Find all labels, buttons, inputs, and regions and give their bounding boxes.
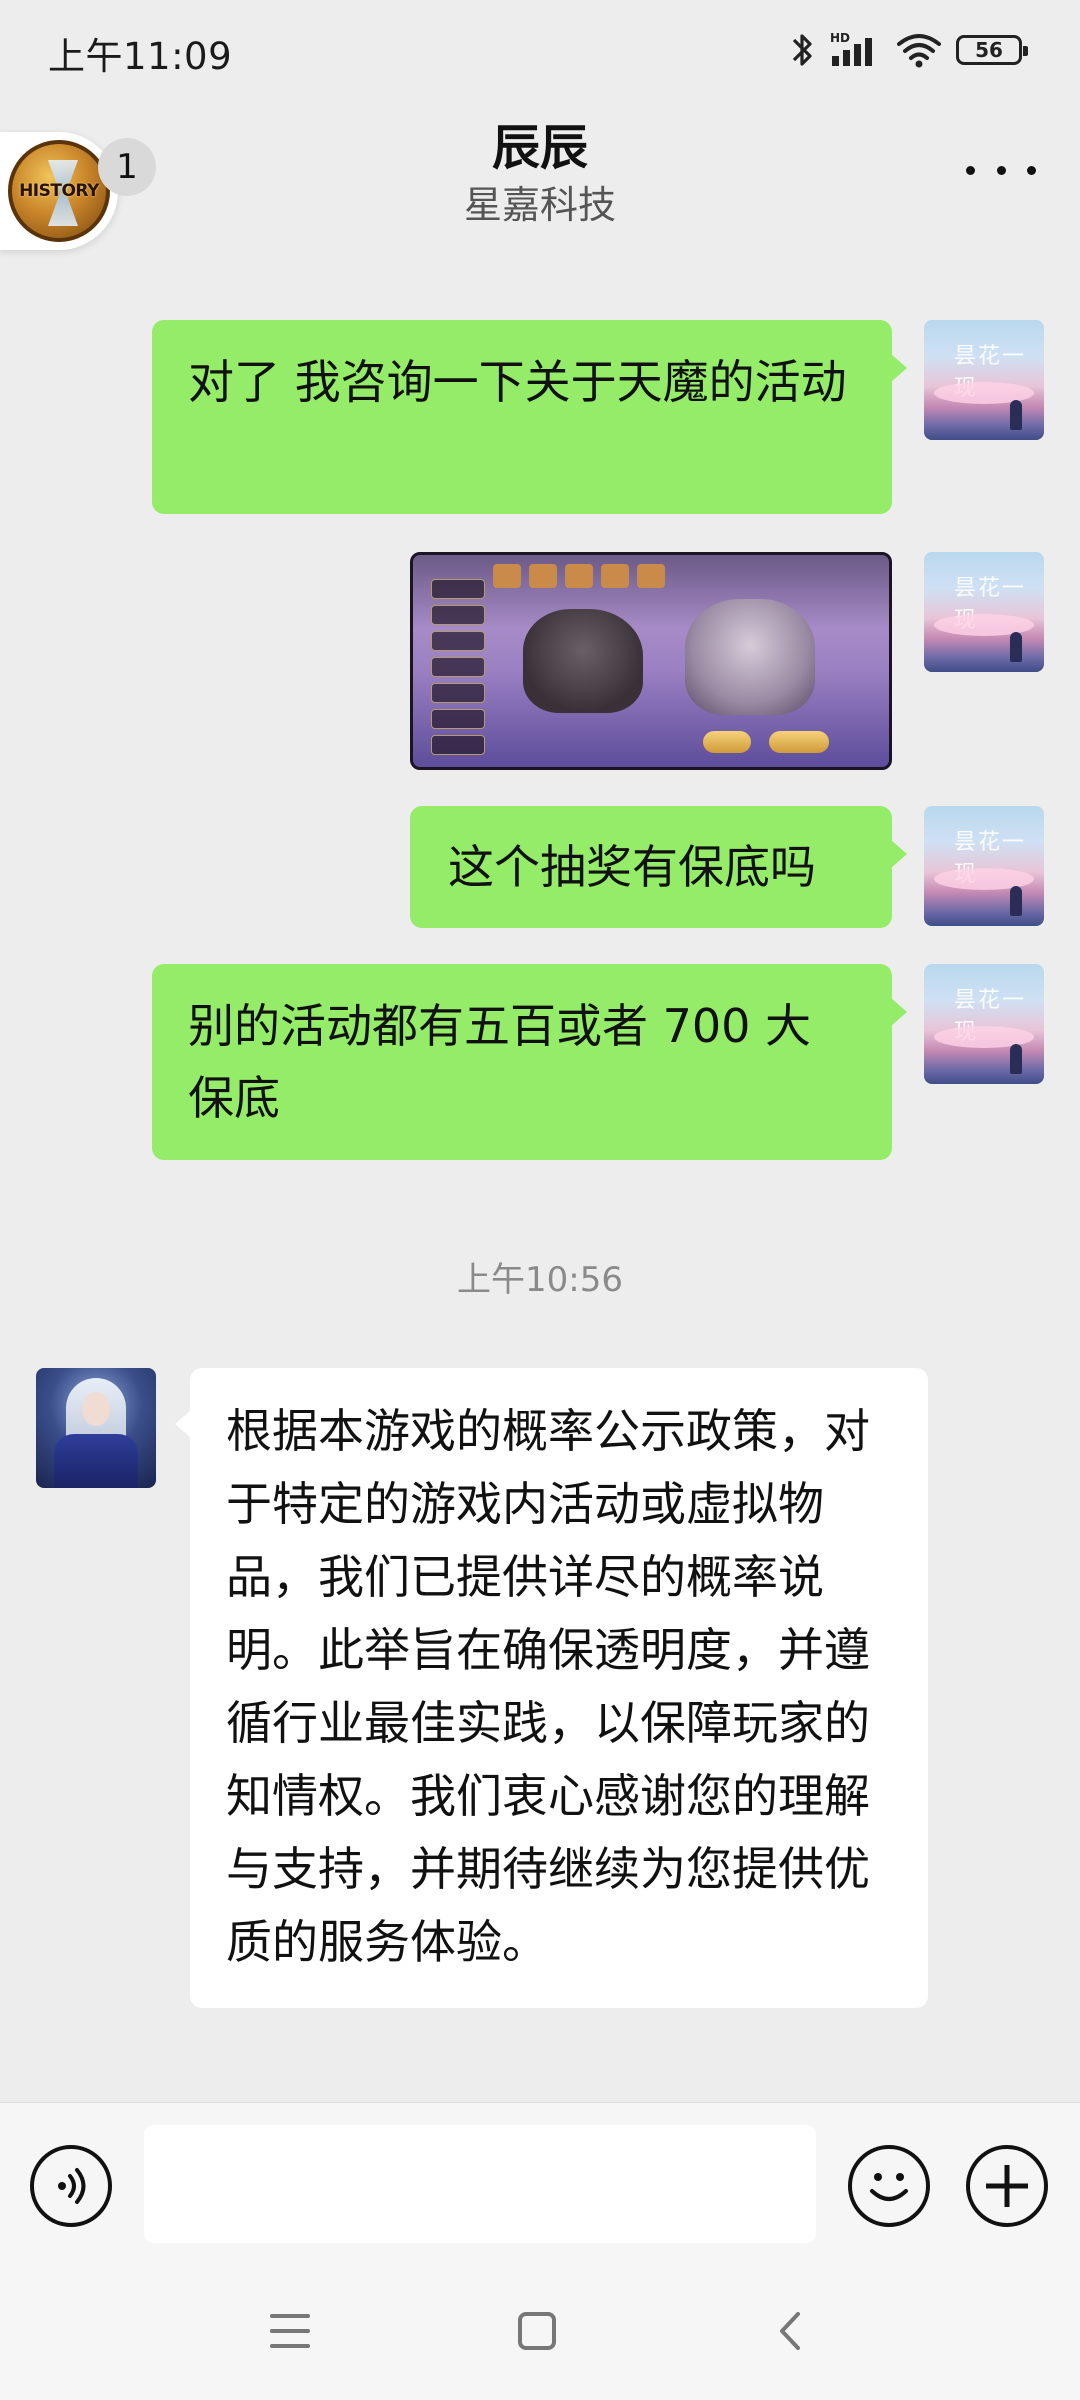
chat-title: 辰辰: [491, 120, 588, 176]
battery-level: 56: [975, 38, 1003, 62]
message-image[interactable]: [410, 552, 892, 770]
message-timestamp: 上午10:56: [457, 1260, 623, 1300]
message-text: 根据本游戏的概率公示政策，对于特定的游戏内活动或虚拟物品，我们已提供详尽的概率说…: [226, 1404, 870, 1969]
system-nav-bar: [0, 2262, 1080, 2400]
input-bar: [0, 2102, 1080, 2262]
my-avatar[interactable]: 昙花一现: [924, 320, 1044, 440]
chat-header: HISTORY 1 辰辰 星嘉科技: [0, 100, 1080, 250]
status-bar: 上午11:09 HD 56: [0, 0, 1080, 100]
plus-button[interactable]: [966, 2145, 1048, 2227]
message-text: 对了 我咨询一下关于天魔的活动: [188, 355, 847, 409]
avatar-figure: [1010, 400, 1022, 430]
bluetooth-icon: [792, 34, 812, 66]
more-icon-dot: [966, 165, 975, 175]
status-icons: HD 56: [790, 28, 1028, 72]
signal-icon: HD: [830, 31, 872, 66]
image-monster-right: [685, 599, 815, 715]
emoji-icon: [870, 2173, 908, 2201]
svg-text:HD: HD: [830, 31, 850, 45]
message-text: 别的活动都有五百或者 700 大保底: [188, 999, 812, 1125]
message-bubble-incoming[interactable]: 根据本游戏的概率公示政策，对于特定的游戏内活动或虚拟物品，我们已提供详尽的概率说…: [175, 1368, 928, 2008]
chat-subtitle: 星嘉科技: [463, 183, 616, 227]
more-button[interactable]: [966, 150, 1036, 190]
emoji-button[interactable]: [848, 2145, 930, 2227]
wifi-icon: [897, 34, 941, 68]
voice-icon: [58, 2168, 86, 2204]
avatar-figure: [1010, 1044, 1022, 1074]
image-monster-left: [523, 609, 643, 713]
back-icon[interactable]: [770, 2306, 810, 2356]
message-input[interactable]: [144, 2125, 816, 2243]
message-bubble-outgoing[interactable]: 这个抽奖有保底吗: [410, 806, 907, 928]
message-bubble-outgoing[interactable]: 对了 我咨询一下关于天魔的活动: [152, 320, 907, 514]
contact-avatar[interactable]: [36, 1368, 156, 1488]
message-text: 这个抽奖有保底吗: [448, 840, 816, 894]
my-avatar[interactable]: 昙花一现: [924, 806, 1044, 926]
voice-button[interactable]: [30, 2145, 112, 2227]
battery-icon: 56: [956, 35, 1028, 65]
avatar-figure: [1010, 886, 1022, 916]
image-sidebar: [431, 579, 485, 767]
status-time: 上午11:09: [48, 35, 233, 78]
more-icon-dot: [996, 165, 1006, 175]
image-topbar: [493, 563, 813, 589]
home-icon[interactable]: [518, 2312, 556, 2350]
menu-icon[interactable]: [270, 2314, 310, 2348]
avatar-face: [82, 1392, 110, 1426]
my-avatar[interactable]: 昙花一现: [924, 964, 1044, 1084]
my-avatar[interactable]: 昙花一现: [924, 552, 1044, 672]
image-button: [769, 731, 829, 753]
avatar-figure: [1010, 632, 1022, 662]
avatar-cape: [54, 1434, 138, 1488]
message-bubble-outgoing[interactable]: 别的活动都有五百或者 700 大保底: [152, 964, 907, 1160]
image-button: [703, 731, 751, 753]
more-icon-dot: [1027, 165, 1036, 175]
